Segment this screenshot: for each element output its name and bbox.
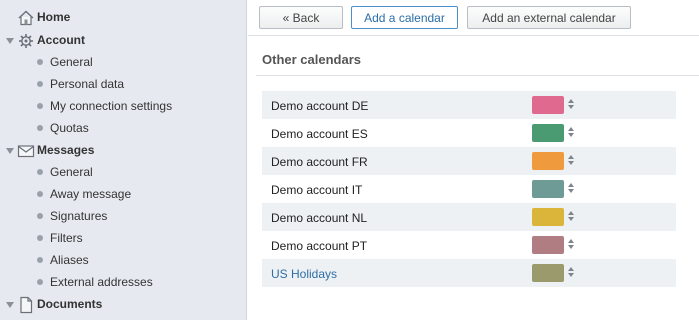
sidebar-item-label: External addresses [50,275,153,289]
sidebar-item-aliases[interactable]: Aliases [0,249,246,271]
color-swatch[interactable] [532,180,564,198]
sidebar-item-label: General [50,165,93,179]
sidebar-item-label: Signatures [50,209,108,223]
color-swatch[interactable] [532,96,564,114]
color-picker-arrows-icon[interactable] [568,155,574,167]
back-button[interactable]: « Back [259,6,343,29]
chevron-down-icon[interactable] [6,37,14,45]
envelope-icon [17,142,35,160]
calendar-name: Demo account ES [271,127,368,141]
divider [256,75,699,76]
color-swatch[interactable] [532,208,564,226]
add-external-calendar-button[interactable]: Add an external calendar [467,6,631,29]
calendar-name: Demo account IT [271,183,363,197]
sidebar-item-label: Away message [50,187,132,201]
calendar-row: Demo account PT [262,231,676,259]
color-picker-arrows-icon[interactable] [568,267,574,279]
color-swatch[interactable] [532,264,564,282]
sidebar-item-away-message[interactable]: Away message [0,183,246,205]
section-heading: Other calendars [262,52,361,67]
sidebar: Home Account General Personal data My co… [0,0,247,320]
sidebar-item-quotas[interactable]: Quotas [0,117,246,139]
bullet-icon [37,125,43,131]
toolbar: « Back Add a calendar Add an external ca… [248,0,699,36]
bullet-icon [37,169,43,175]
bullet-icon [37,103,43,109]
gear-icon [17,32,35,50]
sidebar-section-label: Messages [37,143,95,157]
bullet-icon [37,257,43,263]
sidebar-item-personal-data[interactable]: Personal data [0,73,246,95]
sidebar-item-label: Aliases [50,253,89,267]
calendar-name: Demo account FR [271,155,368,169]
sidebar-item-signatures[interactable]: Signatures [0,205,246,227]
calendar-name: Demo account NL [271,211,368,225]
bullet-icon [37,59,43,65]
bullet-icon [37,213,43,219]
sidebar-section-label: Account [37,33,85,47]
sidebar-item-general[interactable]: General [0,51,246,73]
calendar-row: Demo account ES [262,119,676,147]
sidebar-item-label: My connection settings [50,99,173,113]
sidebar-item-label: Personal data [50,77,125,91]
sidebar-item-label: General [50,55,93,69]
sidebar-section-messages[interactable]: Messages [0,140,246,162]
document-icon [17,296,35,314]
color-picker-arrows-icon[interactable] [568,211,574,223]
home-icon [17,9,35,27]
color-picker-arrows-icon[interactable] [568,99,574,111]
sidebar-section-label: Documents [37,297,103,311]
color-swatch[interactable] [532,152,564,170]
main-panel: « Back Add a calendar Add an external ca… [248,0,699,320]
sidebar-section-documents[interactable]: Documents [0,294,246,316]
calendar-row: Demo account FR [262,147,676,175]
sidebar-item-general[interactable]: General [0,161,246,183]
calendar-row: Demo account IT [262,175,676,203]
bullet-icon [37,81,43,87]
bullet-icon [37,279,43,285]
calendar-name: Demo account PT [271,239,368,253]
sidebar-item-home[interactable]: Home [0,7,246,29]
calendar-name[interactable]: US Holidays [271,267,337,281]
sidebar-item-label: Home [37,10,71,24]
color-picker-arrows-icon[interactable] [568,127,574,139]
bullet-icon [37,235,43,241]
sidebar-item-external-addresses[interactable]: External addresses [0,271,246,293]
sidebar-item-label: Filters [50,231,83,245]
color-swatch[interactable] [532,124,564,142]
calendar-name: Demo account DE [271,99,369,113]
calendar-row: US Holidays [262,259,676,287]
sidebar-item-connection-settings[interactable]: My connection settings [0,95,246,117]
chevron-down-icon[interactable] [6,301,14,309]
sidebar-item-filters[interactable]: Filters [0,227,246,249]
chevron-down-icon[interactable] [6,147,14,155]
color-picker-arrows-icon[interactable] [568,183,574,195]
sidebar-section-account[interactable]: Account [0,30,246,52]
color-swatch[interactable] [532,236,564,254]
sidebar-item-label: Quotas [50,121,89,135]
add-calendar-button[interactable]: Add a calendar [351,6,458,29]
color-picker-arrows-icon[interactable] [568,239,574,251]
calendar-row: Demo account DE [262,91,676,119]
calendar-row: Demo account NL [262,203,676,231]
bullet-icon [37,191,43,197]
